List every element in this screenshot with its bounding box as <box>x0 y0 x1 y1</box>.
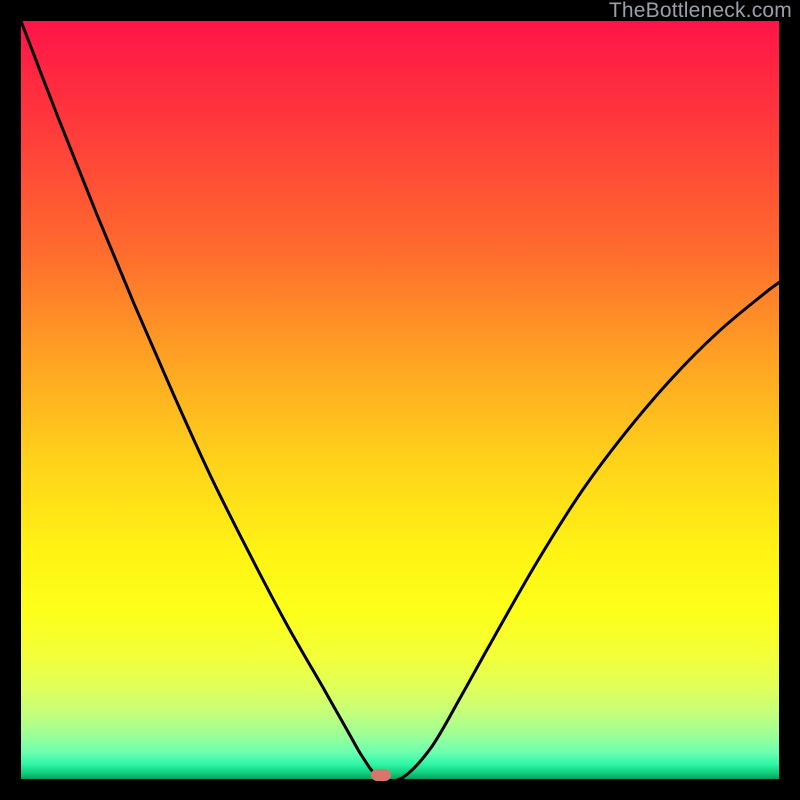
optimum-marker <box>371 769 391 781</box>
watermark-label: TheBottleneck.com <box>609 0 792 22</box>
chart-frame: TheBottleneck.com <box>0 0 800 800</box>
plot-area <box>21 21 779 779</box>
bottleneck-curve <box>21 21 779 779</box>
curve-layer <box>21 21 779 779</box>
